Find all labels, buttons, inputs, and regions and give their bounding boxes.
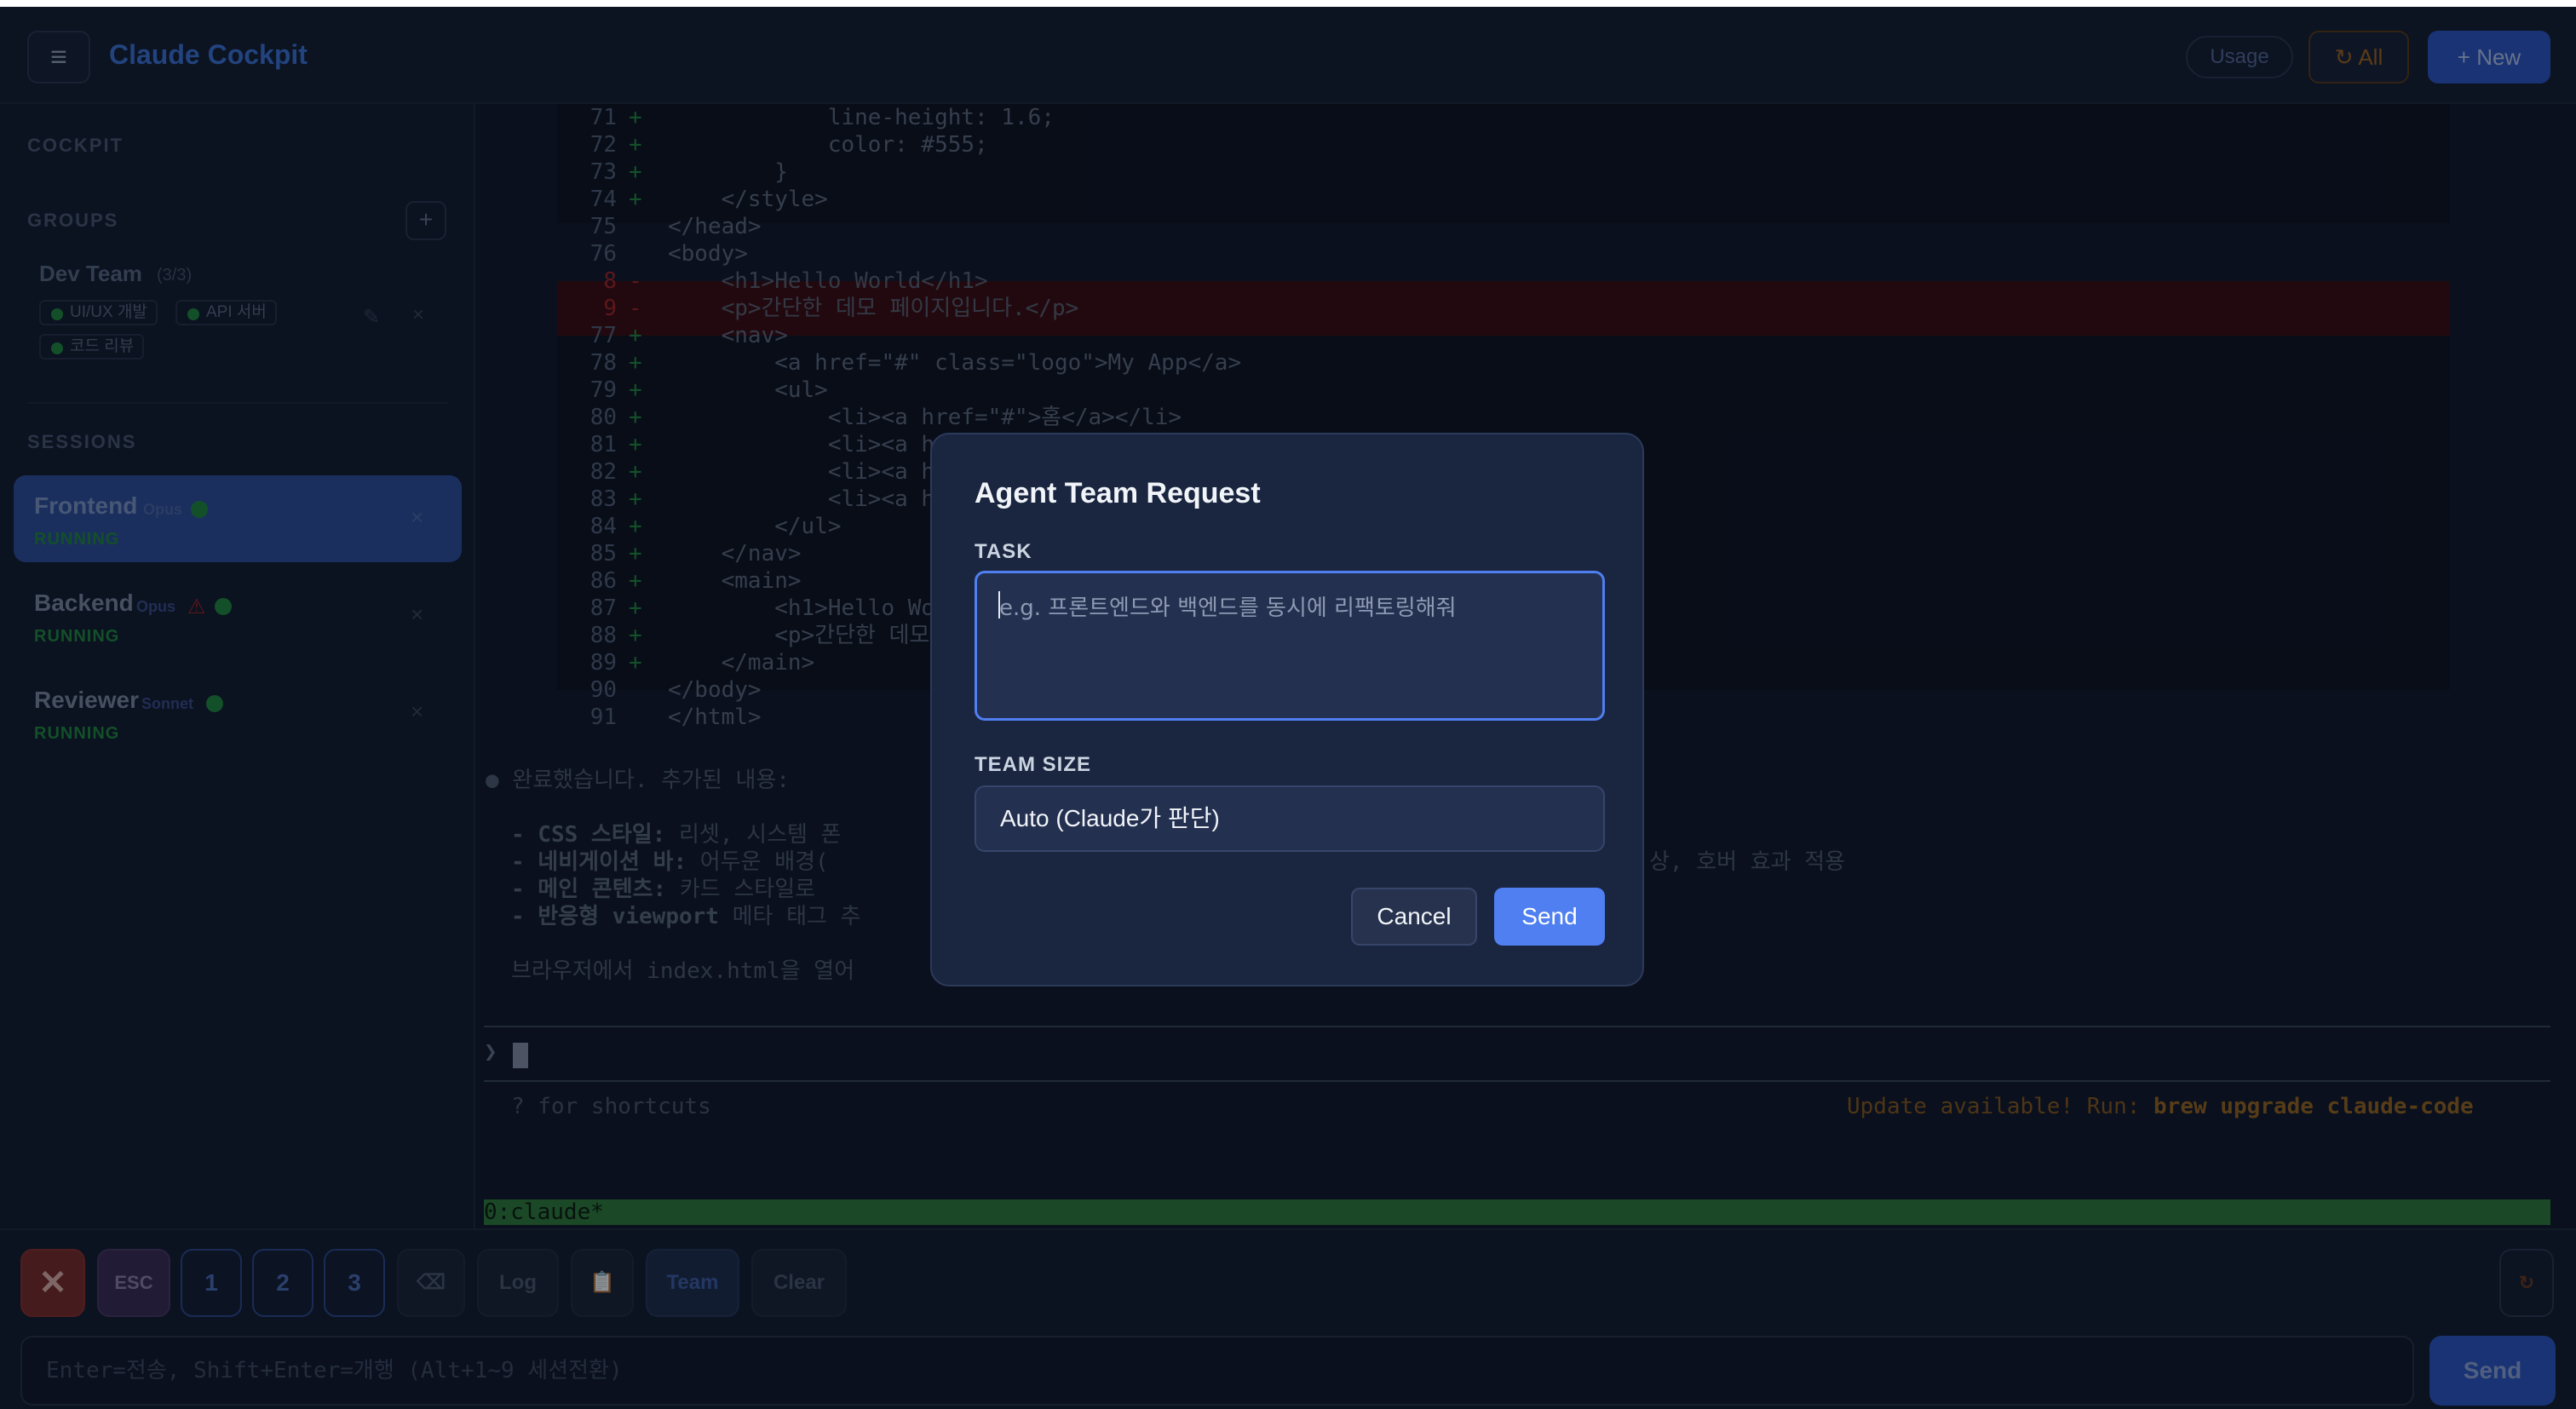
task-input[interactable] xyxy=(975,571,1605,721)
task-label: TASK xyxy=(975,540,1032,563)
app-window: ≡ Claude Cockpit Usage ↻ All + New COCKP… xyxy=(0,7,2576,1409)
agent-team-modal: Agent Team Request TASK TEAM SIZE Auto (… xyxy=(930,433,1644,986)
modal-title: Agent Team Request xyxy=(975,477,1261,509)
text-cursor xyxy=(998,591,1000,618)
send-button[interactable]: Send xyxy=(1494,888,1605,946)
team-size-select[interactable]: Auto (Claude가 판단) xyxy=(975,785,1605,852)
cancel-button[interactable]: Cancel xyxy=(1351,888,1477,946)
team-size-label: TEAM SIZE xyxy=(975,753,1092,776)
